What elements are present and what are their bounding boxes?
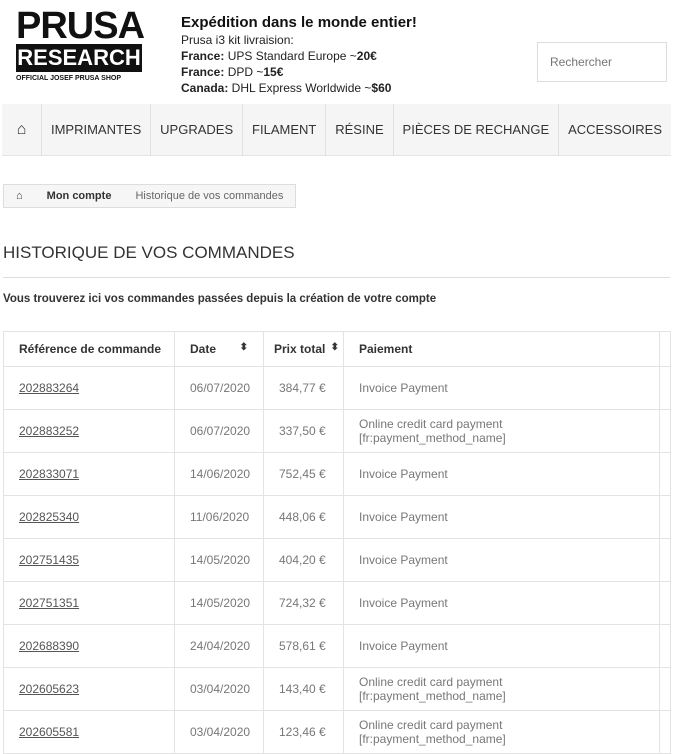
order-reference-link[interactable]: 202751435 bbox=[19, 553, 79, 567]
order-total: 143,40 € bbox=[263, 667, 344, 711]
order-reference-link[interactable]: 202751351 bbox=[19, 596, 79, 610]
order-total: 337,50 € bbox=[263, 409, 344, 453]
shipping-line: Canada: DHL Express Worldwide ~$60 bbox=[181, 81, 392, 95]
order-payment: Online credit card payment [fr:payment_m… bbox=[343, 409, 660, 453]
nav-pieces[interactable]: PIÈCES DE RECHANGE bbox=[394, 104, 560, 156]
order-payment: Invoice Payment bbox=[343, 366, 660, 410]
shipping-title: Expédition dans le monde entier! bbox=[181, 14, 417, 31]
order-total: 448,06 € bbox=[263, 495, 344, 539]
breadcrumb-current: Historique de vos commandes bbox=[135, 190, 284, 202]
table-row: 202883264 06/07/2020 384,77 € Invoice Pa… bbox=[3, 366, 671, 410]
sort-icon[interactable]: ⬍ bbox=[240, 342, 248, 353]
home-icon[interactable]: ⌂ bbox=[2, 104, 42, 156]
order-reference-link[interactable]: 202883252 bbox=[19, 424, 79, 438]
nav-accessoires[interactable]: ACCESSOIRES bbox=[559, 104, 671, 156]
search-input[interactable] bbox=[537, 42, 667, 82]
main-nav: ⌂ IMPRIMANTES UPGRADES FILAMENT RÉSINE P… bbox=[2, 104, 671, 156]
logo-text: PRUSA bbox=[16, 5, 145, 47]
nav-upgrades[interactable]: UPGRADES bbox=[151, 104, 244, 156]
order-total: 404,20 € bbox=[263, 538, 344, 582]
order-reference-link[interactable]: 202605581 bbox=[19, 725, 79, 739]
nav-filament[interactable]: FILAMENT bbox=[243, 104, 327, 156]
table-row: 202883252 06/07/2020 337,50 € Online cre… bbox=[3, 409, 671, 453]
shipping-info: Expédition dans le monde entier! Prusa i… bbox=[181, 14, 417, 96]
shipping-subtitle: Prusa i3 kit livraision: bbox=[181, 33, 294, 47]
order-payment: Invoice Payment bbox=[343, 624, 660, 668]
shipping-line: France: UPS Standard Europe ~20€ bbox=[181, 49, 377, 63]
intro-text: Vous trouverez ici vos commandes passées… bbox=[3, 293, 437, 305]
order-reference-link[interactable]: 202688390 bbox=[19, 639, 79, 653]
order-reference-link[interactable]: 202883264 bbox=[19, 381, 79, 395]
order-reference-link[interactable]: 202825340 bbox=[19, 510, 79, 524]
order-payment: Invoice Payment bbox=[343, 581, 660, 625]
order-payment: Invoice Payment bbox=[343, 538, 660, 582]
order-date: 14/06/2020 bbox=[174, 452, 264, 496]
nav-resine[interactable]: RÉSINE bbox=[326, 104, 394, 156]
page-title: HISTORIQUE DE VOS COMMANDES bbox=[3, 243, 295, 262]
table-row: 202833071 14/06/2020 752,45 € Invoice Pa… bbox=[3, 452, 671, 496]
order-reference-link[interactable]: 202833071 bbox=[19, 467, 79, 481]
order-date: 14/05/2020 bbox=[174, 581, 264, 625]
table-row: 202605581 03/04/2020 123,46 € Online cre… bbox=[3, 710, 671, 754]
logo[interactable]: PRUSA RESEARCH OFFICIAL JOSEF PRUSA SHOP bbox=[16, 5, 145, 82]
table-row: 202751351 14/05/2020 724,32 € Invoice Pa… bbox=[3, 581, 671, 625]
order-total: 752,45 € bbox=[263, 452, 344, 496]
order-date: 24/04/2020 bbox=[174, 624, 264, 668]
shipping-line: France: DPD ~15€ bbox=[181, 65, 284, 79]
header-payment: Paiement bbox=[343, 331, 660, 367]
logo-text: RESEARCH bbox=[16, 44, 142, 72]
header-extra bbox=[659, 331, 671, 367]
order-payment: Online credit card payment [fr:payment_m… bbox=[343, 667, 660, 711]
divider bbox=[3, 277, 670, 278]
header-reference: Référence de commande bbox=[3, 331, 175, 367]
order-payment: Invoice Payment bbox=[343, 452, 660, 496]
order-reference-link[interactable]: 202605623 bbox=[19, 682, 79, 696]
table-row: 202688390 24/04/2020 578,61 € Invoice Pa… bbox=[3, 624, 671, 668]
header-date[interactable]: Date ⬍ bbox=[174, 331, 264, 367]
orders-table: Référence de commande Date ⬍ Prix total ⬍ … bbox=[3, 331, 671, 754]
order-payment: Online credit card payment [fr:payment_m… bbox=[343, 710, 660, 754]
order-date: 06/07/2020 bbox=[174, 409, 264, 453]
nav-imprimantes[interactable]: IMPRIMANTES bbox=[42, 104, 152, 156]
order-total: 724,32 € bbox=[263, 581, 344, 625]
header-total[interactable]: Prix total ⬍ bbox=[263, 331, 344, 367]
table-row: 202605623 03/04/2020 143,40 € Online cre… bbox=[3, 667, 671, 711]
table-row: 202825340 11/06/2020 448,06 € Invoice Pa… bbox=[3, 495, 671, 539]
order-date: 03/04/2020 bbox=[174, 667, 264, 711]
table-row: 202751435 14/05/2020 404,20 € Invoice Pa… bbox=[3, 538, 671, 582]
sort-icon[interactable]: ⬍ bbox=[331, 342, 339, 353]
shipping-lines: France: UPS Standard Europe ~20€ France: … bbox=[181, 48, 417, 96]
order-date: 14/05/2020 bbox=[174, 538, 264, 582]
breadcrumb: ⌂ Mon compte Historique de vos commandes bbox=[3, 184, 297, 208]
home-icon[interactable]: ⌂ bbox=[4, 185, 35, 207]
breadcrumb-mon-compte[interactable]: Mon compte bbox=[35, 185, 124, 207]
order-payment: Invoice Payment bbox=[343, 495, 660, 539]
order-total: 578,61 € bbox=[263, 624, 344, 668]
logo-tagline: OFFICIAL JOSEF PRUSA SHOP bbox=[16, 75, 122, 82]
order-total: 123,46 € bbox=[263, 710, 344, 754]
order-date: 06/07/2020 bbox=[174, 366, 264, 410]
order-total: 384,77 € bbox=[263, 366, 344, 410]
order-date: 11/06/2020 bbox=[174, 495, 264, 539]
order-date: 03/04/2020 bbox=[174, 710, 264, 754]
